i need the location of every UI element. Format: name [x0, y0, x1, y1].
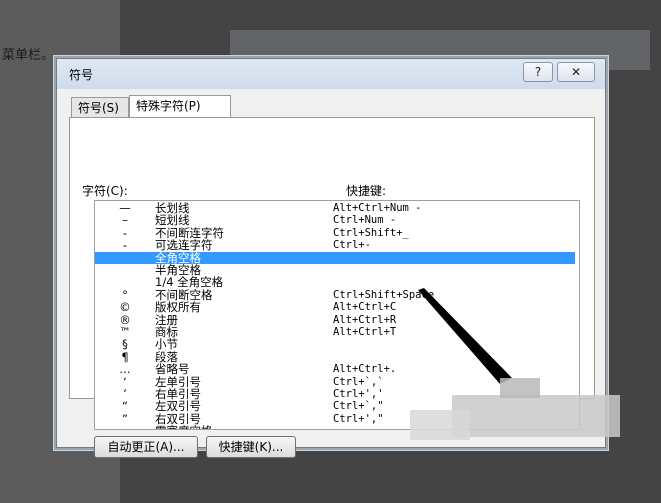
redaction-blur — [500, 378, 540, 398]
redaction-blur — [410, 410, 470, 440]
redaction-blur — [452, 395, 620, 437]
